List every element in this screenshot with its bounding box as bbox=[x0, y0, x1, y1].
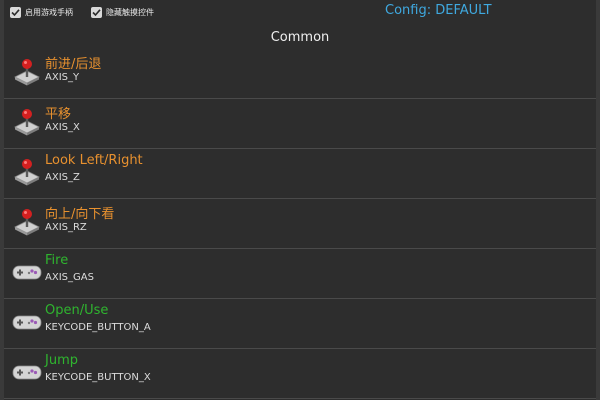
binding-label: KEYCODE_BUTTON_X bbox=[45, 372, 151, 383]
config-selector[interactable]: Config: DEFAULT bbox=[385, 3, 492, 18]
binding-label: AXIS_X bbox=[45, 122, 80, 133]
binding-label: KEYCODE_BUTTON_A bbox=[45, 322, 151, 333]
mapping-row[interactable]: Jump KEYCODE_BUTTON_X bbox=[4, 349, 596, 399]
action-label: 前进/后退 bbox=[45, 57, 102, 72]
checkbox-checked-icon bbox=[10, 6, 21, 18]
mapping-row[interactable]: 平移 AXIS_X bbox=[4, 99, 596, 149]
checkbox-checked-icon bbox=[91, 6, 102, 18]
gamepad-icon bbox=[12, 357, 42, 387]
binding-label: AXIS_RZ bbox=[45, 222, 87, 233]
joystick-icon bbox=[12, 207, 42, 237]
binding-label: AXIS_GAS bbox=[45, 272, 94, 283]
section-header: Common bbox=[270, 30, 330, 45]
enable-gamepad-toggle[interactable]: 启用游戏手柄 bbox=[10, 5, 73, 19]
action-label: Jump bbox=[45, 353, 78, 368]
action-label: 向上/向下看 bbox=[45, 207, 115, 222]
hide-touch-controls-label: 隐藏触摸控件 bbox=[106, 7, 154, 17]
binding-label: AXIS_Y bbox=[45, 72, 80, 83]
action-label: Open/Use bbox=[45, 303, 109, 318]
mapping-list: 前进/后退 AXIS_Y 平移 AXIS_X Look Left/Right AXIS… bbox=[4, 49, 596, 399]
mapping-row[interactable]: 向上/向下看 AXIS_RZ bbox=[4, 199, 596, 249]
gamepad-icon bbox=[12, 307, 42, 337]
binding-label: AXIS_Z bbox=[45, 172, 80, 183]
hide-touch-controls-toggle[interactable]: 隐藏触摸控件 bbox=[91, 5, 154, 19]
app-window: 启用游戏手柄 隐藏触摸控件 Config: DEFAULT Common 前进/… bbox=[4, 0, 596, 400]
action-label: Look Left/Right bbox=[45, 153, 143, 168]
mapping-row[interactable]: Open/Use KEYCODE_BUTTON_A bbox=[4, 299, 596, 349]
action-label: 平移 bbox=[45, 107, 72, 122]
action-label: Fire bbox=[45, 253, 69, 268]
joystick-icon bbox=[12, 107, 42, 137]
joystick-icon bbox=[12, 57, 42, 87]
mapping-row[interactable]: Look Left/Right AXIS_Z bbox=[4, 149, 596, 199]
mapping-row[interactable]: 前进/后退 AXIS_Y bbox=[4, 49, 596, 99]
mapping-row[interactable]: Fire AXIS_GAS bbox=[4, 249, 596, 299]
joystick-icon bbox=[12, 157, 42, 187]
gamepad-icon bbox=[12, 257, 42, 287]
top-bar: 启用游戏手柄 隐藏触摸控件 Config: DEFAULT bbox=[4, 0, 596, 24]
enable-gamepad-label: 启用游戏手柄 bbox=[25, 7, 73, 17]
